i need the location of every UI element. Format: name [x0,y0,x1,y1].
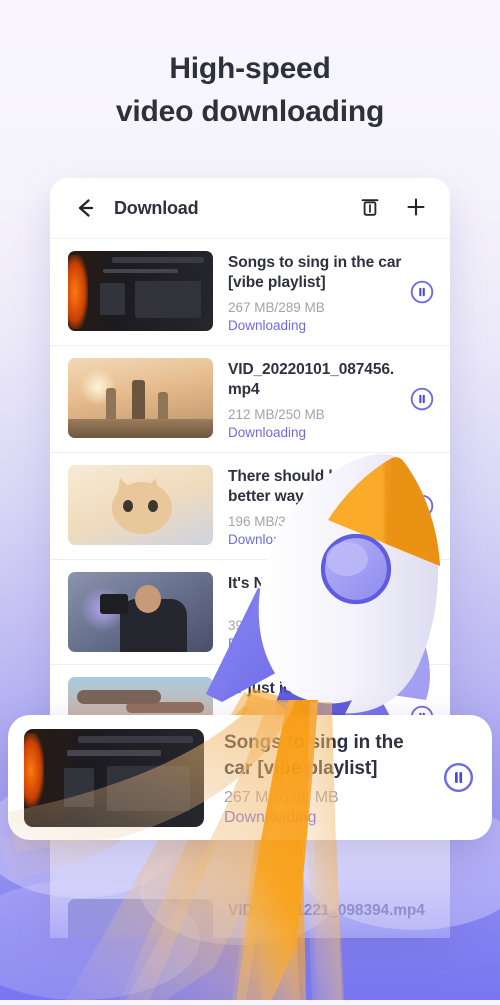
pause-icon[interactable] [410,600,434,624]
floating-download-card[interactable]: Songs to sing in the car [vibe playlist]… [8,715,492,840]
file-title: Songs to sing in the car [vibe playlist] [224,732,404,779]
page-headline: High-speed video downloading [0,48,500,133]
video-thumbnail [68,251,213,331]
item-meta: It's Not The 391 MB/ Downloading [213,572,404,651]
list-item[interactable]: VID_20220101_087456.mp4 212 MB/250 MB Do… [50,346,450,452]
pause-icon[interactable] [410,494,434,518]
video-thumbnail [68,357,213,438]
list-item[interactable]: Songs to sing in the car [vibe playlist]… [50,239,450,345]
trash-icon[interactable] [358,195,384,221]
video-thumbnail [24,728,204,827]
file-size: 212 MB/250 MB [228,406,325,422]
page-title: Download [114,197,199,218]
file-title: There should be a better way to start a … [228,467,403,506]
item-meta: VID_20220101_087456.mp4 212 MB/250 MB Do… [213,358,404,440]
file-status: Downloading [228,424,307,440]
pause-icon[interactable] [410,387,434,411]
item-meta: Songs to sing in the car [vibe playlist]… [204,728,435,827]
file-size: 391 MB/ [228,618,279,634]
list-item[interactable]: It's Not The 391 MB/ Downloading [50,560,450,664]
file-size: 267 MB/289 MB [228,299,325,315]
file-status: Downloading [228,636,307,652]
item-meta: Songs to sing in the car [vibe playlist]… [213,251,404,333]
file-title: VID_20220101_087456.mp4 [228,360,395,399]
plus-icon[interactable] [404,195,430,221]
file-title: or just ide [228,679,301,697]
file-title: VID_20211221_098394.mp4 [228,901,425,919]
app-header-bar: Download [50,178,450,238]
file-size: 267 MB/289 MB [224,788,339,806]
file-status: Downloading [228,317,307,333]
headline-line-1: High-speed [169,52,331,85]
video-thumbnail [68,571,213,652]
file-title: It's Not The [228,574,311,592]
file-status: Downloading [224,808,317,826]
list-item[interactable]: There should be a better way to start a … [50,453,450,559]
headline-line-2: video downloading [115,94,385,128]
video-thumbnail [68,898,213,938]
video-thumbnail [68,464,213,545]
item-meta: There should be a better way to start a … [213,465,404,547]
file-status: Downloading [228,531,307,547]
back-arrow-icon[interactable] [72,195,98,221]
pause-icon[interactable] [443,762,474,793]
item-meta: VID_20211221_098394.mp4 MB [213,899,434,938]
pause-icon[interactable] [410,280,434,304]
file-size: 196 MB/392 MB [228,513,325,529]
item-meta: or just ide [213,677,404,705]
list-item[interactable]: VID_20211221_098394.mp4 MB [50,885,450,938]
file-title: Songs to sing in the car [vibe playlist] [228,254,402,292]
